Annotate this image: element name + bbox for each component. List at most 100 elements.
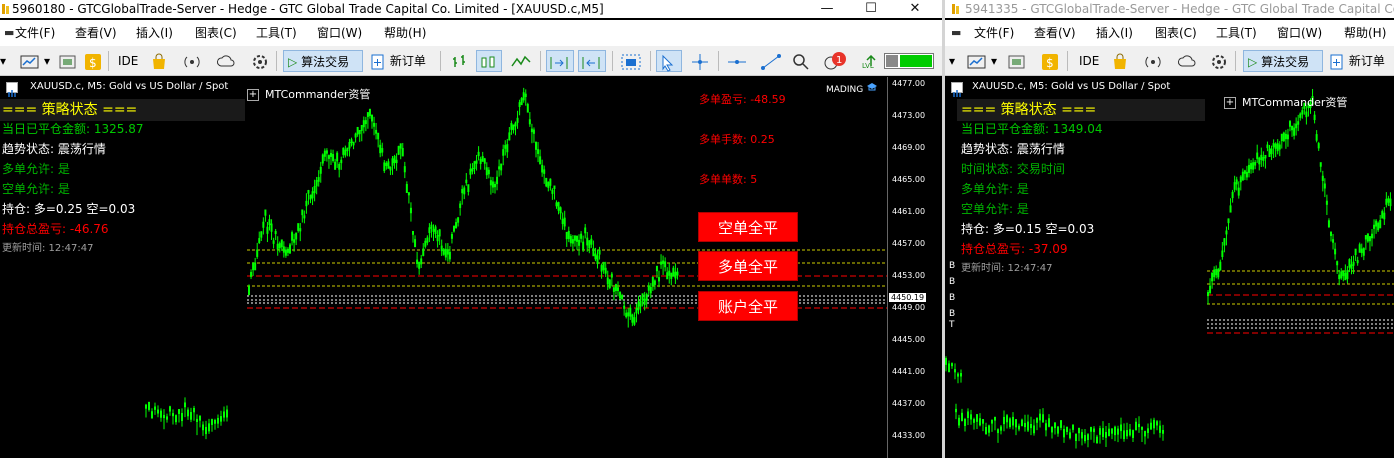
signal-level-icon[interactable]: LVL (860, 50, 882, 72)
settings-gear-icon[interactable] (250, 50, 270, 72)
price-candle (475, 160, 478, 164)
algo-trading-button-2[interactable]: ▷ 算法交易 (1243, 50, 1323, 72)
price-candle (1126, 430, 1128, 437)
price-candle (1075, 433, 1077, 442)
signals-icon[interactable] (182, 50, 202, 72)
price-candle (955, 408, 957, 413)
price-candle (1327, 220, 1330, 228)
new-order-button[interactable]: 新订单 (370, 50, 426, 72)
bar-chart-icon[interactable] (450, 50, 470, 72)
menu-window-2[interactable]: 窗口(W) (1277, 20, 1322, 46)
price-candle (964, 418, 966, 427)
menu-file-2[interactable]: 文件(F) (974, 20, 1014, 46)
price-candle (545, 177, 548, 187)
close-all-long-button[interactable]: 多单全平 (698, 251, 798, 281)
close-button[interactable]: ✕ (894, 0, 936, 18)
menu-insert[interactable]: 插入(I) (136, 20, 173, 46)
menu-tools-2[interactable]: 工具(T) (1216, 20, 1257, 46)
price-candle (1354, 248, 1357, 256)
price-candle (561, 218, 564, 225)
templates-icon[interactable] (1007, 50, 1027, 72)
trendline-icon[interactable] (760, 50, 782, 72)
vps-cloud-icon[interactable] (1177, 50, 1197, 72)
price-candle (1270, 148, 1273, 155)
signals-icon[interactable] (1143, 50, 1163, 72)
auto-scroll-icon[interactable] (546, 50, 574, 72)
price-candle (1350, 264, 1353, 270)
price-candle (379, 144, 382, 154)
minimize-button[interactable]: — (806, 0, 848, 18)
screenshot-icon[interactable] (620, 50, 642, 72)
price-candle (1385, 198, 1388, 205)
candlestick-icon[interactable] (476, 50, 502, 72)
dropdown-arrow-icon[interactable]: ▾ (0, 50, 14, 72)
menu-help-2[interactable]: 帮助(H) (1344, 20, 1386, 46)
menu-file[interactable]: 文件(F) (15, 20, 55, 46)
mtcommander-label-2: MTCommander资管 (1242, 96, 1348, 109)
menu-insert-2[interactable]: 插入(I) (1096, 20, 1133, 46)
chart-shift-icon[interactable] (578, 50, 606, 72)
cursor-icon[interactable] (656, 50, 682, 72)
dropdown-arrow-icon[interactable]: ▾ (949, 50, 963, 72)
menu-help[interactable]: 帮助(H) (384, 20, 426, 46)
price-candle (1387, 198, 1390, 203)
price-chart-2[interactable]: XAUUSD.c, M5: Gold vs US Dollar / Spot =… (945, 77, 1394, 458)
new-order-label-2: 新订单 (1348, 54, 1385, 68)
menu-charts-2[interactable]: 图表(C) (1155, 20, 1197, 46)
price-candle (428, 227, 431, 234)
app-menu-icon-2[interactable]: ▬ (951, 20, 961, 46)
ide-button-2[interactable]: IDE (1079, 50, 1099, 72)
dropdown-arrow-icon-2[interactable]: ▾ (44, 50, 56, 72)
price-candle (289, 244, 291, 254)
new-order-button-2[interactable]: 新订单 (1329, 50, 1385, 72)
price-candle (226, 409, 228, 418)
menu-window[interactable]: 窗口(W) (317, 20, 362, 46)
price-candle (459, 203, 462, 208)
line-chart-icon[interactable] (510, 50, 532, 72)
price-candle (1362, 248, 1365, 256)
horizontal-line-icon[interactable] (726, 50, 748, 72)
symbol-chart-icon (951, 82, 963, 97)
menu-tools[interactable]: 工具(T) (256, 20, 297, 46)
market-icon[interactable] (1111, 50, 1129, 72)
app-menu-icon[interactable]: ▬ (4, 20, 14, 46)
mtcommander-toggle[interactable]: + MTCommander资管 (247, 86, 370, 102)
menu-view[interactable]: 查看(V) (75, 20, 117, 46)
dollar-icon[interactable]: $ (1041, 50, 1059, 72)
vps-cloud-icon[interactable] (216, 50, 236, 72)
maximize-button[interactable]: ☐ (850, 0, 892, 18)
price-candle (1066, 427, 1068, 433)
price-candle (1364, 235, 1367, 240)
price-candle (436, 235, 439, 242)
play-icon: ▷ (288, 55, 298, 69)
menu-bar: ▬ 文件(F) 查看(V) 插入(I) 图表(C) 工具(T) 窗口(W) 帮助… (0, 20, 942, 46)
price-candle (580, 233, 583, 239)
dropdown-arrow-icon-2[interactable]: ▾ (991, 50, 1003, 72)
settings-gear-icon[interactable] (1209, 50, 1229, 72)
chart-type-icon[interactable] (20, 50, 40, 72)
market-icon[interactable] (150, 50, 168, 72)
title-bar-2[interactable]: 5941335 - GTCGlobalTrade-Server - Hedge … (945, 0, 1394, 18)
chart-type-icon[interactable] (967, 50, 987, 72)
crosshair-icon[interactable] (690, 50, 710, 72)
price-candle (1211, 272, 1214, 282)
algo-trading-button[interactable]: ▷ 算法交易 (283, 50, 363, 72)
ide-button[interactable]: IDE (118, 50, 138, 72)
menu-charts[interactable]: 图表(C) (195, 20, 237, 46)
price-candle (606, 277, 609, 285)
price-candle (569, 235, 572, 244)
price-candle (422, 248, 425, 256)
menu-view-2[interactable]: 查看(V) (1034, 20, 1076, 46)
price-chart[interactable]: XAUUSD.c, M5: Gold vs US Dollar / Spot =… (0, 77, 942, 458)
dollar-icon[interactable]: $ (84, 50, 102, 72)
close-all-short-button[interactable]: 空单全平 (698, 212, 798, 242)
search-icon[interactable] (792, 50, 810, 72)
title-bar[interactable]: 5960180 - GTCGlobalTrade-Server - Hedge … (0, 0, 942, 18)
mtcommander-toggle-2[interactable]: + MTCommander资管 (1224, 94, 1347, 110)
templates-icon[interactable] (58, 50, 78, 72)
long-allowed-2: 多单允许: 是 (961, 182, 1029, 196)
price-candle (985, 426, 987, 435)
price-candle (1221, 250, 1224, 258)
notifications-icon[interactable]: 1 (822, 50, 848, 72)
close-account-button[interactable]: 账户全平 (698, 291, 798, 321)
